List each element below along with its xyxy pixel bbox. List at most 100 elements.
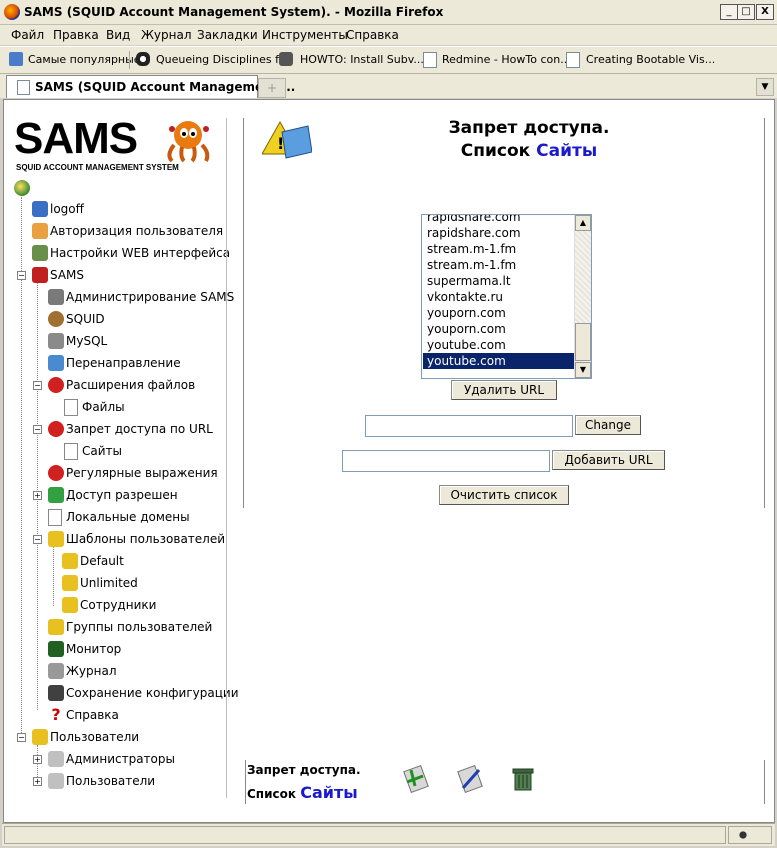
sidebar-item-sams-admin[interactable]: Администрирование SAMS (48, 289, 238, 307)
sidebar-item-logoff[interactable]: logoff (32, 201, 232, 219)
collapse-toggle[interactable]: − (33, 535, 42, 544)
url-option[interactable]: rapidshare.com (423, 215, 577, 225)
scroll-thumb[interactable] (575, 323, 591, 361)
sidebar-item-users-root[interactable]: Пользователи (32, 729, 232, 747)
scroll-down-arrow[interactable]: ▼ (575, 362, 591, 378)
url-option[interactable]: vkontakte.ru (423, 289, 577, 305)
sidebar-item-sites[interactable]: Сайты (64, 443, 184, 461)
sidebar-item-url-deny[interactable]: Запрет доступа по URL (48, 421, 238, 439)
sidebar-item-templates[interactable]: Шаблоны пользователей (48, 531, 238, 549)
collapse-toggle[interactable]: − (33, 381, 42, 390)
frame-divider (764, 118, 765, 508)
logo-subtitle: SQUID ACCOUNT MANAGEMENT SYSTEM (16, 163, 179, 172)
page-title: Запрет доступа. (448, 118, 610, 138)
sidebar-item-redirect[interactable]: Перенаправление (48, 355, 238, 373)
sidebar-item-file-ext[interactable]: Расширения файлов (48, 377, 238, 395)
add-item-icon[interactable] (401, 764, 433, 794)
sidebar-item-groups[interactable]: Группы пользователей (48, 619, 238, 637)
expand-toggle[interactable]: + (33, 491, 42, 500)
users-icon (32, 729, 48, 745)
change-url-input[interactable] (365, 415, 573, 437)
menu-view[interactable]: Вид (106, 28, 130, 42)
page-icon (566, 52, 580, 68)
users-icon (48, 619, 64, 635)
sidebar-item-unlimited[interactable]: Unlimited (62, 575, 182, 593)
bookmark-howto[interactable]: HOWTO: Install Subv... (300, 53, 424, 66)
menu-bookmarks[interactable]: Закладки (197, 28, 258, 42)
url-option[interactable]: youporn.com (423, 321, 577, 337)
url-option[interactable]: stream.m-1.fm (423, 257, 577, 273)
maximize-button[interactable]: □ (737, 4, 755, 20)
trash-icon[interactable] (511, 766, 535, 794)
sidebar-item-allowed[interactable]: Доступ разрешен (48, 487, 238, 505)
sidebar-item-mysql[interactable]: MySQL (48, 333, 238, 351)
menu-tools[interactable]: Инструменты (262, 28, 348, 42)
subtitle-link[interactable]: Сайты (536, 141, 597, 161)
scroll-track[interactable] (575, 231, 591, 323)
delete-url-button[interactable]: Удалить URL (451, 380, 557, 400)
menu-bar: Файл Правка Вид Журнал Закладки Инструме… (0, 25, 777, 45)
sidebar-item-files[interactable]: Файлы (64, 399, 184, 417)
menu-edit[interactable]: Правка (53, 28, 99, 42)
listbox-scrollbar[interactable]: ▲ ▼ (574, 215, 591, 378)
tab-list-button[interactable]: ▼ (756, 78, 774, 96)
collapse-toggle[interactable]: − (17, 271, 26, 280)
bookmark-separator (129, 51, 130, 69)
sidebar-item-label: Файлы (82, 400, 125, 414)
sidebar-item-squid[interactable]: SQUID (48, 311, 238, 329)
url-listbox[interactable]: rapidshare.com rapidshare.com stream.m-1.f… (421, 214, 592, 379)
frame-divider (764, 760, 765, 804)
sidebar-item-help[interactable]: ? Справка (48, 707, 238, 725)
edit-item-icon[interactable] (455, 764, 487, 794)
bookmark-queueing[interactable]: Queueing Disciplines f... (156, 53, 289, 66)
no-entry-icon (48, 421, 64, 437)
avatar-icon (279, 52, 293, 66)
sidebar-item-admins[interactable]: Администраторы (48, 751, 238, 769)
new-tab-button[interactable]: + (258, 78, 286, 98)
status-bar (2, 823, 775, 846)
close-button[interactable]: X (756, 4, 774, 20)
sidebar-item-regex[interactable]: Регулярные выражения (48, 465, 238, 483)
tab-sams[interactable]: SAMS (SQUID Account Management ... (6, 75, 295, 98)
expand-toggle[interactable]: + (33, 777, 42, 786)
tree-line (53, 542, 54, 606)
sidebar-item-users[interactable]: Пользователи (48, 773, 238, 791)
sidebar-item-auth[interactable]: Авторизация пользователя (32, 223, 232, 241)
menu-help[interactable]: Справка (346, 28, 399, 42)
menu-file[interactable]: Файл (11, 28, 44, 42)
sidebar-item-log[interactable]: Журнал (48, 663, 238, 681)
clear-list-button[interactable]: Очистить список (439, 485, 569, 505)
footer-link[interactable]: Сайты (300, 783, 358, 802)
url-option[interactable]: youtube.com (423, 353, 577, 369)
url-option[interactable]: rapidshare.com (423, 225, 577, 241)
bookmark-bootable[interactable]: Creating Bootable Vis... (586, 53, 715, 66)
change-button[interactable]: Change (575, 415, 641, 435)
url-option[interactable]: youtube.com (423, 337, 577, 353)
sidebar-item-local-domains[interactable]: Локальные домены (48, 509, 238, 527)
bookmark-most-visited[interactable]: Самые популярные (28, 53, 141, 66)
menu-history[interactable]: Журнал (141, 28, 192, 42)
subtitle-prefix: Список (460, 141, 531, 161)
url-option[interactable]: stream.m-1.fm (423, 241, 577, 257)
add-url-button[interactable]: Добавить URL (552, 450, 665, 470)
sidebar-item-label: SQUID (66, 312, 105, 326)
minimize-button[interactable]: _ (720, 4, 738, 20)
add-url-input[interactable] (342, 450, 550, 472)
sidebar-item-monitor[interactable]: Монитор (48, 641, 238, 659)
bookmarks-toolbar: Самые популярные Queueing Disciplines f.… (0, 46, 777, 74)
sidebar-item-sams[interactable]: SAMS (32, 267, 232, 285)
sidebar-item-default[interactable]: Default (62, 553, 182, 571)
collapse-toggle[interactable]: − (33, 425, 42, 434)
firefox-icon (4, 4, 20, 20)
scroll-up-arrow[interactable]: ▲ (575, 215, 591, 231)
bookmark-redmine[interactable]: Redmine - HowTo con... (442, 53, 571, 66)
users-icon (62, 575, 78, 591)
expand-toggle[interactable]: + (33, 755, 42, 764)
status-addon (728, 826, 772, 844)
sidebar-item-web-settings[interactable]: Настройки WEB интерфейса (32, 245, 232, 263)
url-option[interactable]: supermama.lt (423, 273, 577, 289)
sidebar-item-employees[interactable]: Сотрудники (62, 597, 182, 615)
sidebar-item-save-config[interactable]: Сохранение конфигурации (48, 685, 239, 703)
url-option[interactable]: youporn.com (423, 305, 577, 321)
collapse-toggle[interactable]: − (17, 733, 26, 742)
